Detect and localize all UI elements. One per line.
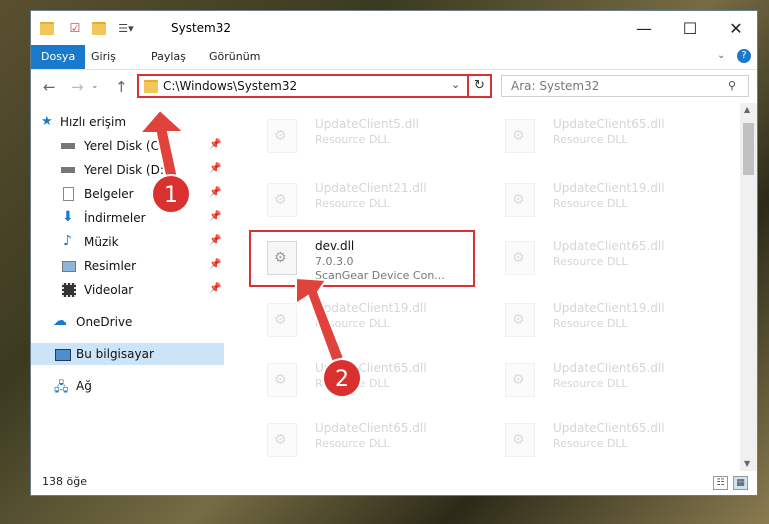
- callout-label-2: 2: [335, 367, 349, 392]
- arrow-2: [295, 276, 346, 364]
- callout-badge-1: 1: [151, 174, 191, 214]
- arrow-1: [137, 108, 187, 182]
- callout-label-1: 1: [164, 183, 178, 208]
- annotation-overlay: 1 2: [137, 108, 362, 398]
- callout-badge-2: 2: [322, 358, 362, 398]
